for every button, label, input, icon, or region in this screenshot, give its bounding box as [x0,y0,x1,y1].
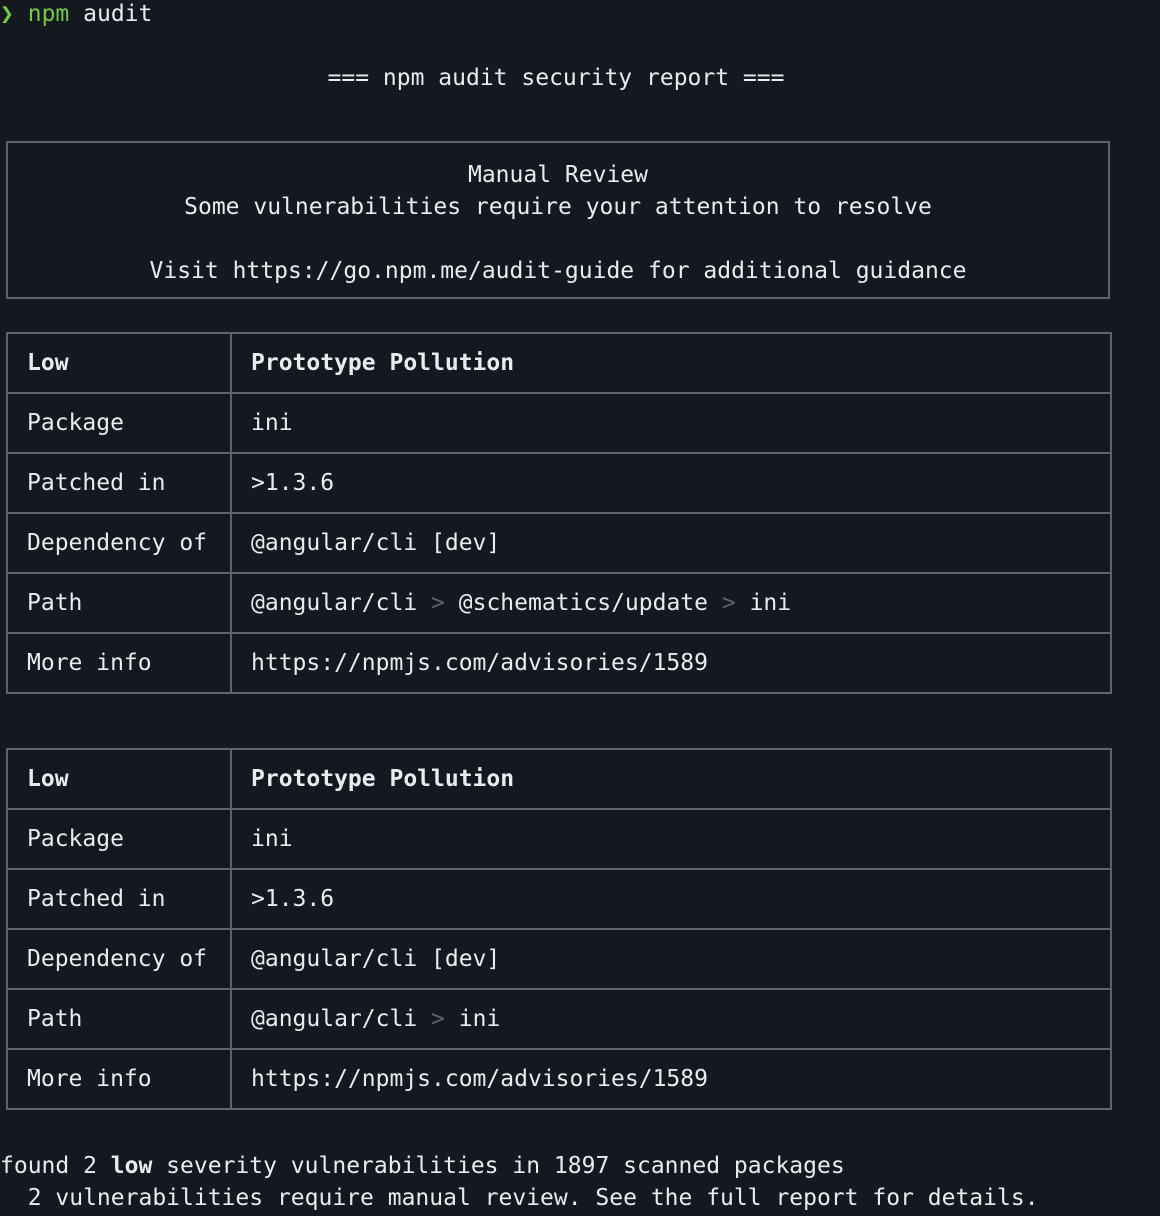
dependency-value: @angular/cli [dev] [230,928,1112,990]
table-row: Low Prototype Pollution [6,748,1112,810]
table-row: Patched in >1.3.6 [6,868,1112,930]
prompt-chevron-icon: ❯ [0,1,14,27]
path-segment: @angular/cli [251,590,418,616]
severity-cell: Low [6,748,232,810]
command-name: npm [27,1,70,27]
prompt-line: ❯ npm audit [0,0,152,30]
package-label: Package [6,392,232,454]
dependency-label: Dependency of [6,512,232,574]
path-separator: > [721,590,736,616]
advisory-table: Low Prototype Pollution Package ini Patc… [6,332,1112,694]
path-value: @angular/cli > ini [230,988,1112,1050]
more-info-link[interactable]: https://npmjs.com/advisories/1589 [230,632,1112,694]
package-value: ini [230,392,1112,454]
table-row: More info https://npmjs.com/advisories/1… [6,1048,1112,1110]
dependency-label: Dependency of [6,928,232,990]
advisory-title-cell: Prototype Pollution [230,748,1112,810]
advisory-table: Low Prototype Pollution Package ini Patc… [6,748,1112,1110]
table-row: Package ini [6,392,1112,454]
patched-label: Patched in [6,452,232,514]
summary-line: found 2 low severity vulnerabilities in … [0,1150,845,1182]
package-value: ini [230,808,1112,870]
table-row: Patched in >1.3.6 [6,452,1112,514]
table-row: Dependency of @angular/cli [dev] [6,928,1112,990]
path-segment: @schematics/update [458,590,708,616]
manual-review-box: Manual Review Some vulnerabilities requi… [6,141,1110,299]
package-label: Package [6,808,232,870]
manual-review-guidance: Visit https://go.npm.me/audit-guide for … [149,258,967,284]
table-row: Dependency of @angular/cli [dev] [6,512,1112,574]
advisory-title-cell: Prototype Pollution [230,332,1112,394]
summary-detail-line: 2 vulnerabilities require manual review.… [0,1185,1039,1211]
table-row: Package ini [6,808,1112,870]
patched-label: Patched in [6,868,232,930]
table-row: Path @angular/cli > ini [6,988,1112,1050]
summary-severity: low [110,1153,153,1179]
command-argument: audit [83,1,153,27]
path-value: @angular/cli > @schematics/update > ini [230,572,1112,634]
path-segment: ini [749,590,792,616]
path-separator: > [431,590,445,616]
path-label: Path [6,572,232,634]
more-info-label: More info [6,1048,232,1110]
path-segment: @angular/cli [251,1006,418,1032]
path-segment: ini [458,1006,501,1032]
severity-cell: Low [6,332,232,394]
summary-suffix: severity vulnerabilities in 1897 scanned… [152,1153,845,1179]
patched-value: >1.3.6 [230,452,1112,514]
table-row: Low Prototype Pollution [6,332,1112,394]
path-separator: > [431,1006,445,1032]
dependency-value: @angular/cli [dev] [230,512,1112,574]
more-info-label: More info [6,632,232,694]
manual-review-message: Some vulnerabilities require your attent… [184,194,932,220]
summary-prefix: found 2 [0,1153,111,1179]
report-title: === npm audit security report === [327,65,785,91]
path-label: Path [6,988,232,1050]
more-info-link[interactable]: https://npmjs.com/advisories/1589 [230,1048,1112,1110]
patched-value: >1.3.6 [230,868,1112,930]
table-row: More info https://npmjs.com/advisories/1… [6,632,1112,694]
table-row: Path @angular/cli > @schematics/update >… [6,572,1112,634]
manual-review-heading: Manual Review [467,162,648,188]
